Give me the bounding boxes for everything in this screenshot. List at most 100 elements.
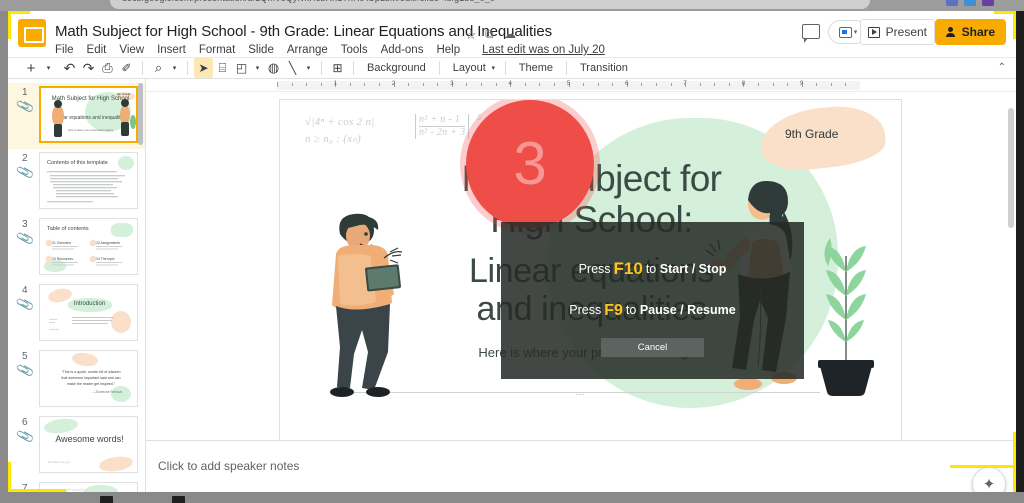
comment-history-icon[interactable] — [802, 24, 820, 43]
slide-thumbnail[interactable]: 9th Grade Math Subject for High School L… — [39, 86, 138, 143]
os-taskbar — [0, 492, 1024, 503]
filmstrip-slide-3[interactable]: 3 📎 Table of contents 01 Overview 02 Ass… — [8, 215, 145, 281]
redo-button[interactable]: ↷ — [79, 58, 98, 78]
background-button[interactable]: Background — [360, 62, 433, 74]
image-caret[interactable]: ▾ — [251, 58, 264, 78]
new-slide-caret[interactable]: ▾ — [42, 58, 55, 78]
ruler-tick — [772, 83, 774, 86]
thumb-peach-blob — [98, 454, 134, 472]
ruler-track: 1 2 3 4 5 6 7 8 9 — [277, 81, 860, 90]
browser-ext-icon-1[interactable] — [946, 0, 958, 6]
browser-ext-icon-2[interactable] — [964, 0, 976, 6]
filmstrip-slide-5[interactable]: 5 📎 “This is a quote, words full of wisd… — [8, 347, 145, 413]
ruler-tick — [379, 83, 381, 86]
ruler-tick — [816, 83, 818, 86]
ruler-tick — [757, 83, 759, 86]
menu-format[interactable]: Format — [199, 44, 235, 56]
filmstrip-slide-4[interactable]: 4 📎 Introduction — [8, 281, 145, 347]
shape-button[interactable]: ◍ — [264, 58, 283, 78]
slide-canvas[interactable]: 9th Grade √|4ⁿ + cos 2 n| n ≥ n₀ : (xₙ) … — [279, 99, 902, 449]
layout-caret[interactable]: ▾ — [488, 58, 499, 78]
line-caret[interactable]: ▾ — [302, 58, 315, 78]
taskbar-icon-2[interactable] — [172, 496, 185, 503]
cancel-recording-button[interactable]: Cancel — [601, 338, 704, 357]
ruler-tick — [830, 83, 832, 86]
browser-ext-icon-3[interactable] — [982, 0, 994, 6]
ruler-number: 6 — [625, 81, 629, 87]
menu-slide[interactable]: Slide — [248, 44, 274, 56]
undo-button[interactable]: ↶ — [60, 58, 79, 78]
notes-resize-handle[interactable]: ⋯ — [576, 389, 587, 400]
action-pause-resume: Pause / Resume — [639, 303, 736, 317]
app-header: Math Subject for High School - 9th Grade… — [8, 11, 1016, 57]
toolbar-divider-2 — [187, 61, 188, 75]
recording-countdown-bubble: 3 — [466, 100, 594, 228]
paperclip-icon: 📎 — [15, 360, 36, 381]
filmstrip-scrollbar[interactable] — [138, 83, 143, 145]
slide-thumbnail[interactable]: Introduction — [39, 284, 138, 341]
menu-arrange[interactable]: Arrange — [287, 44, 328, 56]
slide-thumbnail[interactable]: Awesome words! and here we go! — [39, 416, 138, 473]
filmstrip-slide-1[interactable]: 1 📎 9th Grade Math Subject for High Scho… — [8, 83, 145, 149]
ruler-tick — [655, 83, 657, 86]
thumb-green-blob — [84, 485, 118, 492]
speaker-notes-pane[interactable]: Click to add speaker notes — [146, 440, 1016, 492]
move-to-folder-icon[interactable]: ⧉ — [485, 28, 494, 40]
star-icon[interactable]: ☆ — [465, 28, 477, 41]
paperclip-icon: 📎 — [15, 294, 36, 315]
window-right-edge — [1016, 11, 1024, 492]
present-label: Present — [885, 25, 927, 39]
key-f10: F10 — [613, 259, 643, 278]
last-edit-link[interactable]: Last edit was on July 20 — [482, 44, 605, 56]
canvas-scrollbar[interactable] — [1008, 108, 1014, 228]
zoom-caret[interactable]: ▾ — [168, 58, 181, 78]
present-button[interactable]: Present — [859, 19, 935, 45]
menu-insert[interactable]: Insert — [157, 44, 186, 56]
filmstrip-slide-2[interactable]: 2 📎 Contents of this template — [8, 149, 145, 215]
slide-thumbnail[interactable]: Contents of this template — [39, 152, 138, 209]
layout-button[interactable]: Layout — [446, 62, 488, 74]
collapse-toolbar-caret[interactable]: ⌃ — [998, 62, 1006, 73]
focus-ring-left — [8, 11, 11, 39]
share-label: Share — [961, 25, 995, 39]
menu-tools[interactable]: Tools — [341, 44, 368, 56]
ruler-tick — [306, 83, 308, 86]
share-button[interactable]: Share — [934, 19, 1006, 45]
print-button[interactable]: ⎙ — [98, 58, 117, 78]
select-tool-button[interactable]: ➤ — [194, 58, 213, 78]
ruler-tick — [495, 83, 497, 86]
ruler-tick — [539, 83, 541, 86]
insert-image-button[interactable]: ◰ — [232, 58, 251, 78]
slide-thumbnail[interactable]: “This is a quote, words full of wisdom t… — [39, 350, 138, 407]
line-button[interactable]: ╲ — [283, 58, 302, 78]
menu-help[interactable]: Help — [436, 44, 460, 56]
zoom-button[interactable]: ⌕ — [149, 58, 168, 78]
slide-thumbnail[interactable]: Table of contents 01 Overview 02 Assignm… — [39, 218, 138, 275]
menu-file[interactable]: File — [55, 44, 74, 56]
ruler-number: 5 — [566, 81, 571, 87]
speaker-notes-placeholder[interactable]: Click to add speaker notes — [158, 459, 299, 473]
filmstrip-slide-6[interactable]: 6 📎 Awesome words! and here we go! — [8, 413, 145, 479]
new-slide-button[interactable]: + — [20, 58, 42, 78]
slide-filmstrip[interactable]: 1 📎 9th Grade Math Subject for High Scho… — [8, 79, 146, 492]
ruler-tick — [481, 83, 483, 86]
text-box-button[interactable]: ⌸ — [213, 58, 232, 78]
cloud-saved-icon[interactable]: ☁ — [504, 28, 516, 40]
theme-button[interactable]: Theme — [512, 62, 560, 74]
play-icon — [867, 26, 880, 38]
thumb-green-blob — [43, 417, 79, 436]
focus-ring-top-left — [8, 11, 30, 14]
toolbar-divider-7 — [566, 61, 567, 75]
menu-edit[interactable]: Edit — [87, 44, 107, 56]
add-comment-button[interactable]: ⊞ — [328, 58, 347, 78]
thumb-lines — [47, 171, 125, 203]
ruler-tick — [349, 83, 351, 86]
menu-addons[interactable]: Add-ons — [381, 44, 424, 56]
menu-view[interactable]: View — [119, 44, 144, 56]
paint-format-button[interactable]: ✐ — [117, 58, 136, 78]
slides-logo-icon[interactable] — [18, 19, 46, 47]
transition-button[interactable]: Transition — [573, 62, 635, 74]
slide-stage[interactable]: 9th Grade √|4ⁿ + cos 2 n| n ≥ n₀ : (xₙ) … — [146, 92, 1016, 449]
document-title[interactable]: Math Subject for High School - 9th Grade… — [55, 23, 552, 40]
taskbar-icon-1[interactable] — [100, 496, 113, 503]
